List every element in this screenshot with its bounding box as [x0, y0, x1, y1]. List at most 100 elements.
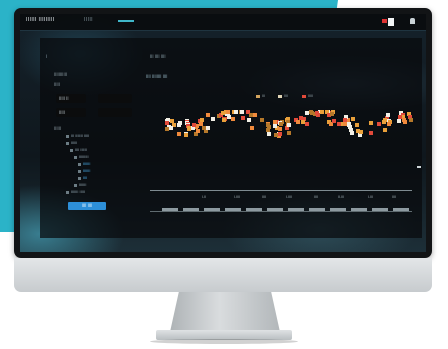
heatmap-cell	[231, 117, 235, 121]
timeline-tick: IIII	[314, 195, 318, 199]
filter-label-mid: IIIII	[54, 82, 60, 87]
heatmap-cell	[305, 111, 309, 115]
stand-shadow	[150, 339, 298, 344]
heatmap-cell	[305, 122, 309, 126]
heatmap-cell	[253, 113, 257, 117]
breadcrumb-first[interactable]: I	[46, 54, 47, 59]
heatmap-cell	[247, 118, 251, 122]
tree-item[interactable]: IIIIIII IIIII	[66, 190, 85, 194]
document-icon[interactable]	[388, 18, 394, 26]
heatmap-cell	[355, 123, 359, 127]
heatmap-cell	[350, 131, 354, 135]
heatmap-cell	[226, 110, 230, 114]
tree-item[interactable]: IIII	[78, 176, 87, 180]
heatmap-cell	[199, 122, 203, 126]
timeline-segment	[162, 208, 178, 211]
heatmap-cell	[178, 121, 182, 125]
legend-item: IIII	[278, 94, 288, 98]
heatmap-cell	[221, 111, 225, 115]
heatmap-cell	[273, 120, 277, 124]
legend-item: III	[256, 94, 265, 98]
filter-chip-c[interactable]: IIIII	[56, 108, 86, 117]
tree-item[interactable]: IIIIIIIII	[74, 155, 89, 159]
tree-item[interactable]: IIIIIII	[74, 183, 86, 187]
timeline-tick: I.IIII	[286, 195, 293, 199]
timeline-tick: IIII	[392, 195, 396, 199]
heatmap-cell	[347, 123, 351, 127]
timeline-segment	[309, 208, 325, 211]
timeline-segment	[393, 208, 409, 211]
heatmap-cell	[241, 116, 245, 120]
heatmap-cell	[386, 113, 390, 117]
timeline-segment	[204, 208, 220, 211]
active-tab-indicator	[118, 20, 134, 22]
heatmap-cell	[278, 127, 282, 131]
panel-title: IIII IIIIIIII IIII	[146, 74, 168, 79]
heatmap-cell	[211, 117, 215, 121]
heatmap-cell	[266, 123, 270, 127]
tree-item[interactable]: IIIIIII	[78, 169, 90, 173]
app-brand: IIIIII IIIIIIIII	[26, 17, 55, 23]
heatmap-cell	[187, 127, 191, 131]
heatmap-cell	[250, 126, 254, 130]
heatmap-cell	[273, 124, 277, 128]
apply-button[interactable]: IIII IIII	[68, 202, 106, 210]
monitor-stand-neck	[170, 292, 280, 332]
checkbox-icon	[78, 169, 81, 173]
notification-flag-icon[interactable]	[382, 19, 387, 23]
legend-item: IIIII	[302, 94, 313, 98]
heatmap-cell	[310, 111, 314, 115]
heatmap-cell	[409, 118, 413, 122]
timeline-segment	[351, 208, 367, 211]
heatmap-cell	[320, 110, 324, 114]
legend-swatch	[302, 94, 306, 98]
heatmap-cell	[234, 110, 238, 114]
heatmap-cell	[206, 113, 210, 117]
heatmap-cell	[165, 121, 169, 125]
checkbox-icon	[78, 176, 81, 180]
filter-chip-a[interactable]: IIIII II	[56, 94, 86, 103]
activity-heatmap	[165, 110, 415, 144]
filter-chip-d[interactable]	[98, 108, 132, 117]
timeline-segment	[225, 208, 241, 211]
heatmap-cell	[296, 120, 300, 124]
heatmap-cell	[200, 118, 204, 122]
heatmap-cell	[402, 118, 406, 122]
timeline-segment	[372, 208, 388, 211]
checkbox-icon	[66, 190, 69, 194]
screen: IIIIII IIIIIIIII IIIII I III IIII IIII I…	[20, 14, 426, 252]
heatmap-cell	[377, 122, 381, 126]
timeline-segment	[246, 208, 262, 211]
heatmap-cell	[369, 121, 373, 125]
checkbox-icon	[70, 148, 73, 152]
heatmap-cell	[222, 118, 226, 122]
nav-item[interactable]: IIIII	[84, 17, 93, 23]
breadcrumb-second[interactable]: III IIII IIII	[150, 54, 166, 59]
heatmap-cell	[383, 128, 387, 132]
monitor-chin	[14, 258, 432, 292]
heatmap-cell	[260, 118, 264, 122]
heatmap-cell	[192, 123, 196, 127]
heatmap-cell	[227, 115, 231, 119]
legend-swatch	[256, 94, 260, 98]
timeline-tick: IIII	[262, 195, 266, 199]
tree-item[interactable]: IIII IIIIII	[70, 148, 87, 152]
heatmap-cell	[351, 117, 355, 121]
tree-item[interactable]: IIIIII	[66, 141, 77, 145]
heatmap-cell	[196, 129, 200, 133]
timeline-tick: II.III	[338, 195, 345, 199]
timeline-segment	[183, 208, 199, 211]
heatmap-cell	[206, 126, 210, 130]
bell-icon[interactable]	[410, 18, 415, 24]
heatmap-cell	[397, 119, 401, 123]
tree-item[interactable]: III IIIIIII IIIII	[66, 134, 89, 138]
timeline-tick: I.III	[368, 195, 374, 199]
checkbox-icon	[78, 162, 81, 166]
heatmap-cell	[287, 131, 291, 135]
filter-chip-b[interactable]	[98, 94, 132, 103]
timeline-axis	[150, 190, 412, 191]
tree-item[interactable]: IIIIIII	[78, 162, 90, 166]
checkbox-icon	[74, 183, 77, 187]
timeline-tick: I.II	[202, 195, 207, 199]
heatmap-cell	[184, 133, 188, 137]
